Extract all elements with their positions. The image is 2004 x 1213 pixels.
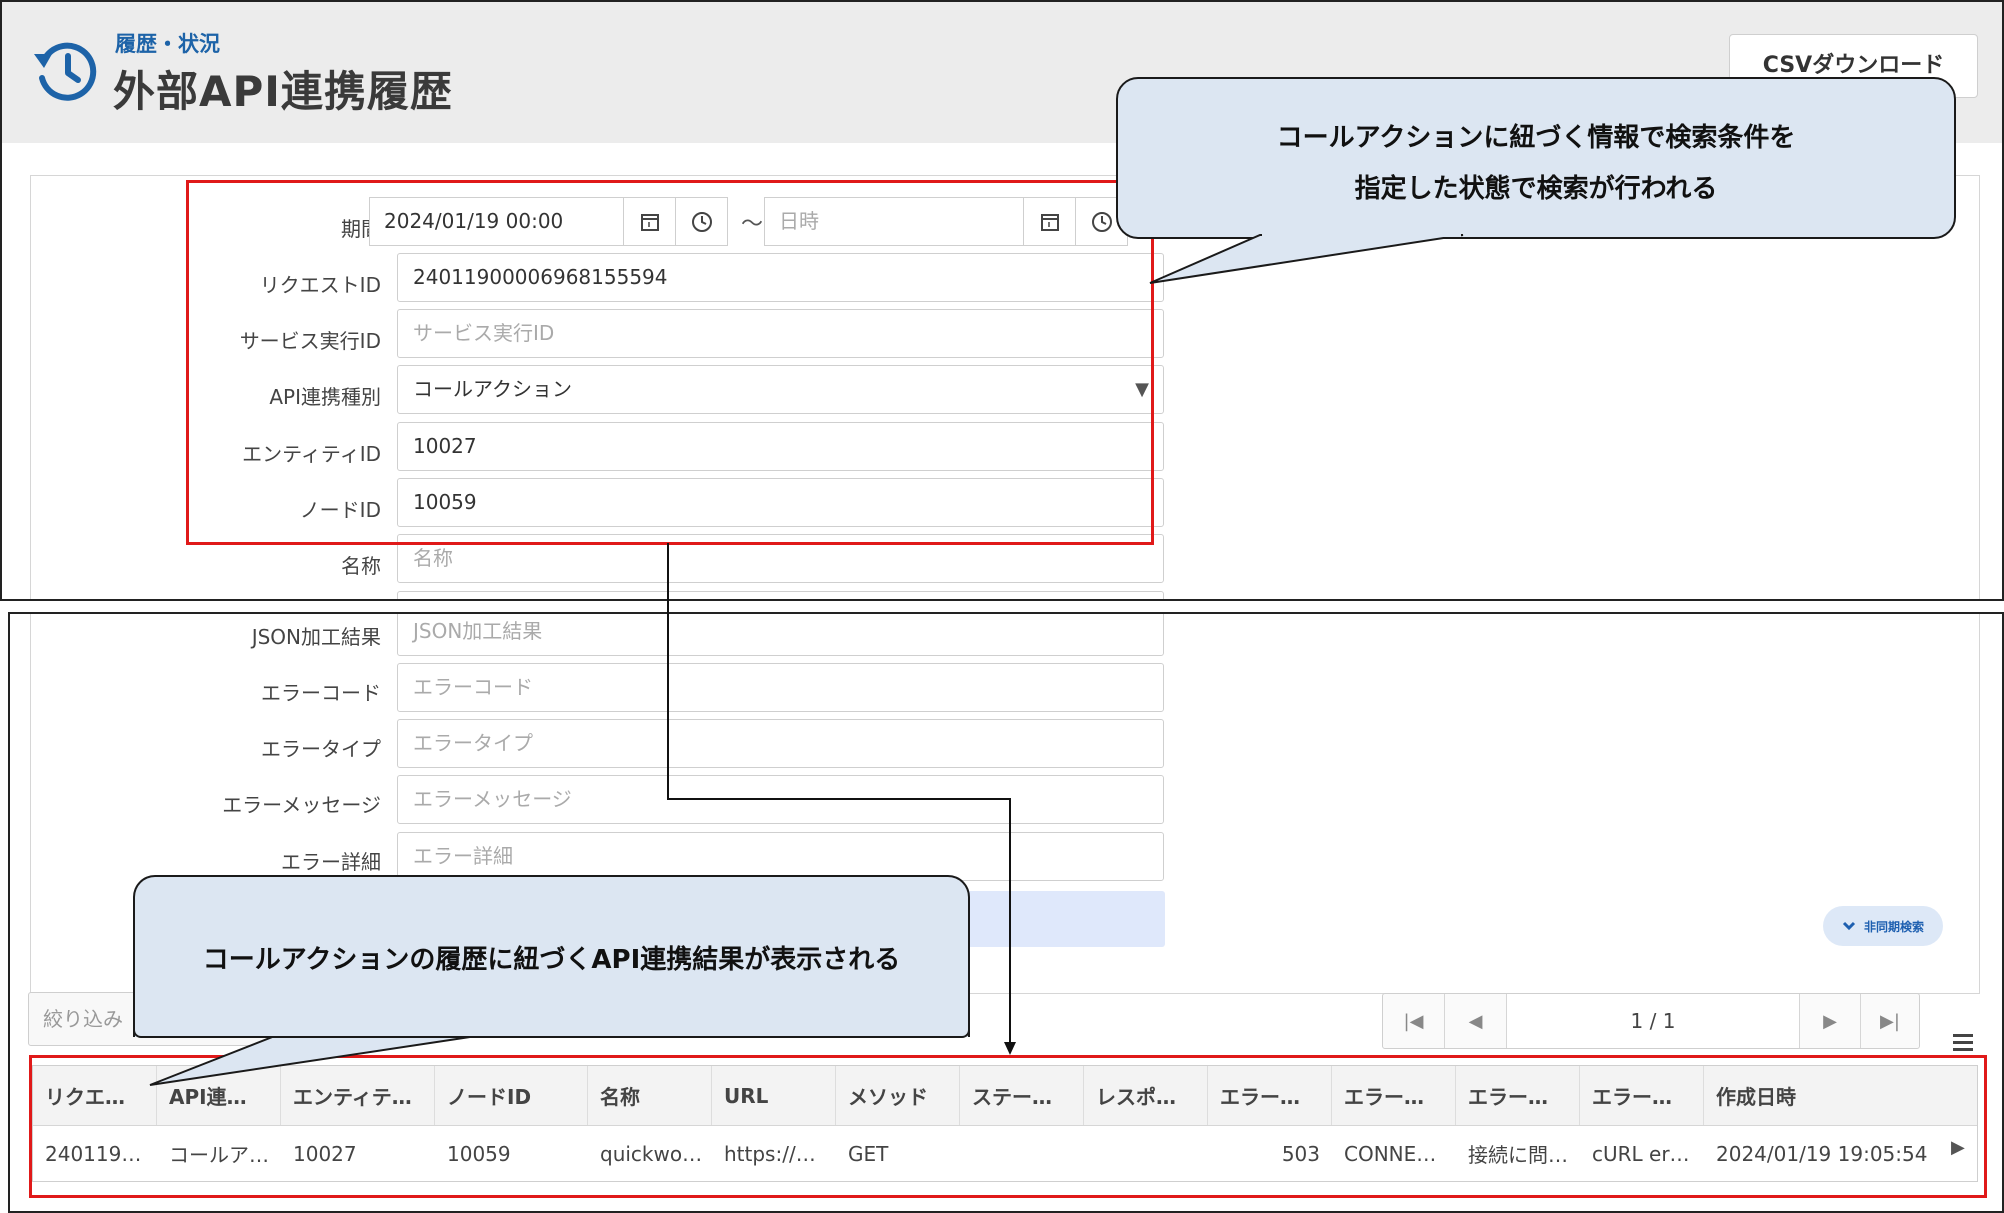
results-highlight [29,1055,1987,1198]
top-screenshot-panel: 履歴・状況 外部API連携履歴 CSVダウンロード 期間 2024/01/19 … [0,0,2004,601]
callout-line-1: コールアクションに紐づく情報で検索条件を [1276,123,1796,153]
error-detail-input[interactable]: エラー詳細 [397,832,1164,881]
result-callout-bottom-edge [133,1030,970,1038]
prev-page-icon[interactable]: ◀ [1445,994,1507,1048]
next-page-icon[interactable]: ▶ [1800,994,1861,1048]
async-search-label: 非同期検索 [1863,919,1924,934]
result-callout: コールアクションの履歴に紐づくAPI連携結果が表示される [133,875,970,1037]
chevron-down-icon [1842,921,1856,931]
search-condition-callout: コールアクションに紐づく情報で検索条件を 指定した状態で検索が行われる [1116,77,1956,239]
error-detail-label: エラー詳細 [281,850,381,874]
error-code-label: エラーコード [261,681,381,705]
page-title: 外部API連携履歴 [113,67,453,116]
name-label: 名称 [341,554,381,578]
column-menu-icon[interactable] [1953,1034,1973,1055]
json-result-label: JSON加工結果 [251,625,381,649]
next-field-input[interactable] [397,591,1164,599]
first-page-icon[interactable]: |◀ [1383,994,1445,1048]
search-conditions-highlight [186,180,1154,545]
pagination: |◀ ◀ 1 / 1 ▶ ▶| [1382,993,1920,1049]
callout-line-2: 指定した状態で検索が行われる [1354,174,1718,204]
error-type-label: エラータイプ [261,737,381,761]
filter-placeholder: 絞り込み [43,1007,123,1031]
async-search-button[interactable]: 非同期検索 [1823,906,1943,946]
json-result-input[interactable]: JSON加工結果 [397,614,1164,656]
last-page-icon[interactable]: ▶| [1861,994,1919,1048]
history-clock-icon [34,42,97,101]
error-code-input[interactable]: エラーコード [397,663,1164,712]
breadcrumb[interactable]: 履歴・状況 [115,28,220,58]
error-message-label: エラーメッセージ [222,793,381,817]
page-indicator: 1 / 1 [1507,994,1800,1048]
error-type-input[interactable]: エラータイプ [397,719,1164,768]
error-message-input[interactable]: エラーメッセージ [397,775,1164,824]
callout-bottom-text: コールアクションの履歴に紐づくAPI連携結果が表示される [202,945,901,975]
